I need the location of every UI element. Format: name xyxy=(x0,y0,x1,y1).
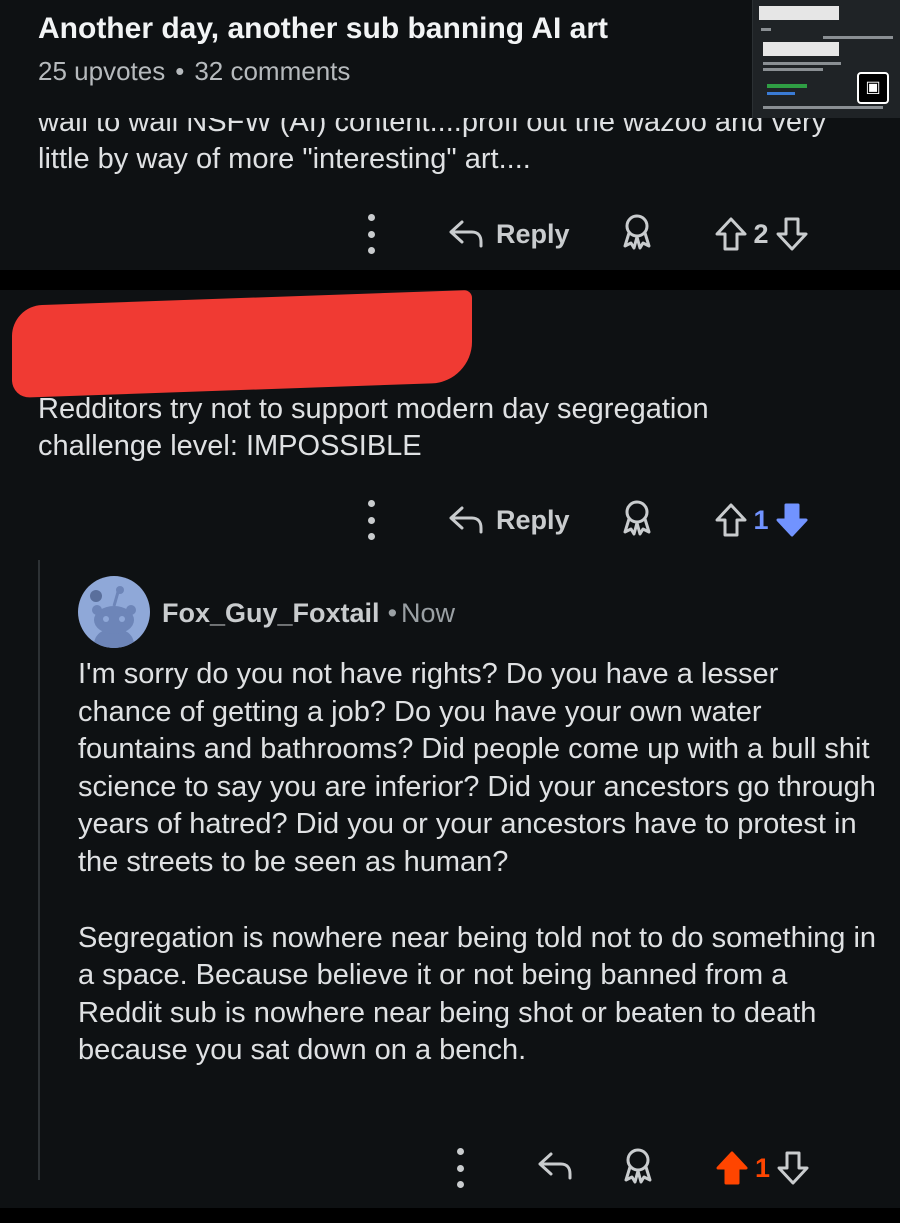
post-header[interactable]: Another day, another sub banning AI art … xyxy=(0,0,900,118)
thread-line[interactable] xyxy=(38,560,40,1180)
reply-body: I'm sorry do you not have rights? Do you… xyxy=(78,656,878,1108)
reply-actions: 1 xyxy=(453,1148,810,1188)
upvote-icon[interactable] xyxy=(714,216,748,252)
comment-count: 32 comments xyxy=(194,56,351,86)
avatar-snoo xyxy=(90,586,136,648)
vote-control: 1 xyxy=(714,502,809,538)
award-icon[interactable] xyxy=(621,1147,655,1190)
redacted-username xyxy=(12,289,472,399)
downvote-icon[interactable] xyxy=(776,1150,810,1186)
comment-card: Redditors try not to support modern day … xyxy=(0,289,900,1208)
downvote-icon[interactable] xyxy=(775,216,809,252)
avatar[interactable] xyxy=(78,576,150,648)
author-name[interactable]: Fox_Guy_Foxtail xyxy=(162,598,380,628)
reply-paragraph: I'm sorry do you not have rights? Do you… xyxy=(78,658,876,878)
comment-score: 2 xyxy=(753,218,769,249)
author-separator: • xyxy=(387,598,398,628)
reply-icon xyxy=(449,220,483,248)
reply-score: 1 xyxy=(755,1152,771,1183)
more-icon[interactable] xyxy=(453,1148,467,1188)
reply-label: Reply xyxy=(496,504,570,535)
upvote-count: 25 upvotes xyxy=(38,56,166,86)
meta-separator: • xyxy=(175,56,185,86)
reply-button[interactable] xyxy=(537,1150,573,1187)
post-thumbnail[interactable]: ▣ xyxy=(752,0,900,118)
post-meta: 25 upvotes • 32 comments xyxy=(38,56,350,87)
reply-button[interactable]: Reply xyxy=(448,218,570,250)
reply-button[interactable]: Reply xyxy=(448,504,570,536)
award-icon[interactable] xyxy=(620,213,654,256)
award-icon[interactable] xyxy=(620,499,654,542)
more-icon[interactable] xyxy=(364,214,378,254)
upvote-icon-active[interactable] xyxy=(715,1150,749,1186)
comment-body: Redditors try not to support modern day … xyxy=(38,393,709,462)
upvote-icon[interactable] xyxy=(714,502,748,538)
vote-control: 2 xyxy=(714,216,809,252)
timestamp: Now xyxy=(401,598,456,628)
reply-label: Reply xyxy=(496,218,570,249)
post-title[interactable]: Another day, another sub banning AI art xyxy=(38,12,608,46)
comment-score: 1 xyxy=(753,504,769,535)
comment-actions: Reply 1 xyxy=(364,500,809,540)
reply-paragraph: Segregation is nowhere near being told n… xyxy=(78,921,877,1067)
post-card: Another day, another sub banning AI art … xyxy=(0,0,900,270)
downvote-icon-active[interactable] xyxy=(775,502,809,538)
vote-control: 1 xyxy=(715,1150,810,1186)
reply-icon xyxy=(449,506,483,534)
comment-actions: Reply 2 xyxy=(364,214,809,254)
reply-icon xyxy=(538,1152,572,1179)
author-line: Fox_Guy_Foxtail • Now xyxy=(162,598,455,629)
more-icon[interactable] xyxy=(364,500,378,540)
image-icon: ▣ xyxy=(857,72,889,104)
